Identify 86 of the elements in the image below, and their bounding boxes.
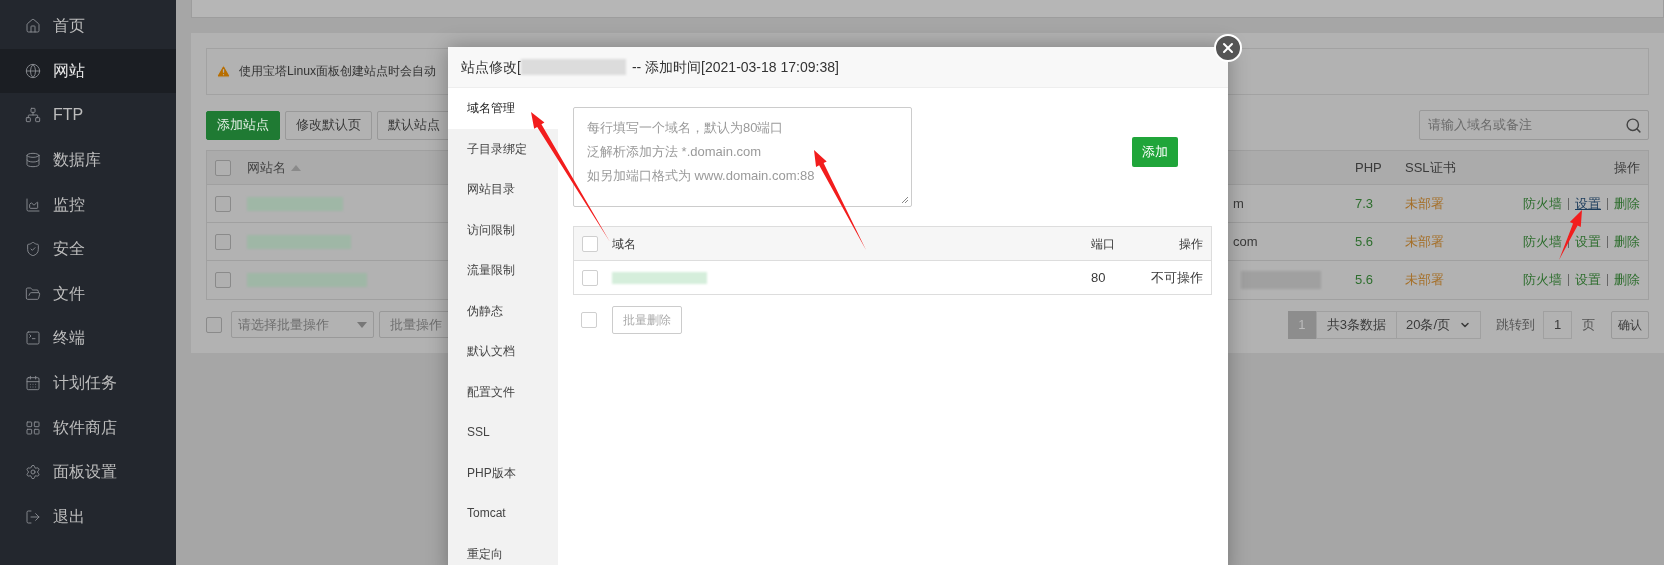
sidebar-item[interactable]: 面板设置 [0,449,176,495]
placeholder-text: 如另加端口格式为 www.domain.com:88 [587,167,816,185]
sidebar-item[interactable]: 监控 [0,182,176,227]
row-action-link[interactable]: 删除 [1614,193,1640,214]
table-cell-text: 7.3 [1355,194,1375,213]
house-icon [25,18,41,35]
modal-nav-item[interactable]: SSL [448,412,558,453]
modal-title: 站点修改[ [461,57,521,77]
add-button[interactable]: 添加 [1132,137,1178,167]
table-cell-text: m [1233,194,1244,213]
modal-nav-item[interactable]: PHP版本 [448,452,558,493]
table-cell-text: 5.6 [1355,232,1375,251]
chart-icon [25,196,41,213]
toolbar-button[interactable]: 修改默认页 [285,110,372,140]
modal-nav-item[interactable]: 重定向 [448,533,558,565]
modal-nav-item[interactable]: 访问限制 [448,209,558,250]
column-header: SSL证书 [1405,158,1457,177]
modal-nav-item[interactable]: Tomcat [448,493,558,534]
modal-nav-item[interactable]: 网站目录 [448,169,558,210]
modal-nav-item[interactable]: 域名管理 [448,88,558,129]
sort-icon [291,164,301,171]
folder-icon [25,285,41,302]
logout-icon [25,508,41,525]
close-icon [1220,40,1236,56]
toolbar-button[interactable]: 默认站点 [377,110,451,140]
modal-title: -- 添加时间[2021-03-18 17:09:38] [631,57,839,77]
table-cell-text: 不可操作 [1150,268,1204,287]
sidebar-item[interactable]: 终端 [0,316,176,361]
column-header[interactable]: 网站名 [247,157,286,178]
sidebar-item[interactable]: 网站 [0,48,176,94]
column-header: 域名 [612,235,637,253]
placeholder-text: 泛解析添加方法 *.domain.com [587,143,763,161]
row-action-link[interactable]: 删除 [1614,231,1640,252]
toolbar-button[interactable]: 添加站点 [206,110,280,140]
column-header: 操作 [1613,158,1641,177]
confirm-button[interactable]: 确认 [1611,310,1649,339]
row-action-link[interactable]: 删除 [1614,270,1640,290]
modal-nav-item[interactable]: 流量限制 [448,250,558,291]
globe-icon [25,62,41,79]
checkbox[interactable] [582,269,598,286]
row-action-link[interactable]: 设置 [1575,231,1601,252]
dropdown-icon [357,321,367,328]
sidebar-item[interactable]: 计划任务 [0,360,176,406]
jump-label: 跳转到 [1496,315,1535,334]
table-cell-text: 80 [1091,268,1107,287]
page-input[interactable]: 1 [1543,310,1572,339]
resize-handle-icon [901,196,909,204]
sidebar-item[interactable]: FTP [0,93,176,138]
checkbox[interactable] [215,272,231,288]
checkbox[interactable] [206,316,222,333]
search-icon [1625,116,1642,134]
page-unit: 页 [1582,315,1595,334]
total-count: 共3条数据 [1315,310,1397,339]
network-icon [25,107,41,124]
database-icon [25,152,41,169]
column-header: 操作 [1178,235,1204,253]
checkbox[interactable] [582,235,598,252]
row-action-link[interactable]: 设置 [1575,193,1601,214]
sidebar-item[interactable]: 软件商店 [0,405,176,450]
row-action-link[interactable]: 防火墙 [1523,231,1562,252]
sidebar-item[interactable]: 文件 [0,271,176,317]
per-page-select[interactable]: 20条/页 [1397,310,1481,339]
sidebar-item[interactable]: 首页 [0,4,176,49]
grid-icon [25,419,41,436]
sidebar-item[interactable]: 安全 [0,226,176,272]
warning-icon [216,64,231,79]
row-action-link[interactable]: 防火墙 [1523,193,1562,214]
column-header: 端口 [1091,235,1116,253]
sidebar-item[interactable]: 退出 [0,494,176,540]
row-action-link[interactable]: 设置 [1575,270,1601,290]
checkbox[interactable] [215,233,231,250]
checkbox[interactable] [215,195,231,212]
modal-nav-item[interactable]: 配置文件 [448,371,558,412]
gear-icon [25,464,41,481]
shield-icon [25,241,41,258]
modal-nav-item[interactable]: 子目录绑定 [448,128,558,169]
calendar-icon [25,375,41,392]
checkbox[interactable] [215,159,231,176]
notice-text: 使用宝塔Linux面板创建站点时会自动 [239,63,437,81]
table-cell-text: 5.6 [1355,271,1375,290]
checkbox[interactable] [581,312,597,328]
column-header: PHP [1355,158,1383,177]
row-action-link[interactable]: 防火墙 [1523,270,1562,290]
sidebar-item[interactable]: 数据库 [0,137,176,183]
terminal-icon [25,330,41,347]
table-cell-text: com [1233,232,1258,251]
